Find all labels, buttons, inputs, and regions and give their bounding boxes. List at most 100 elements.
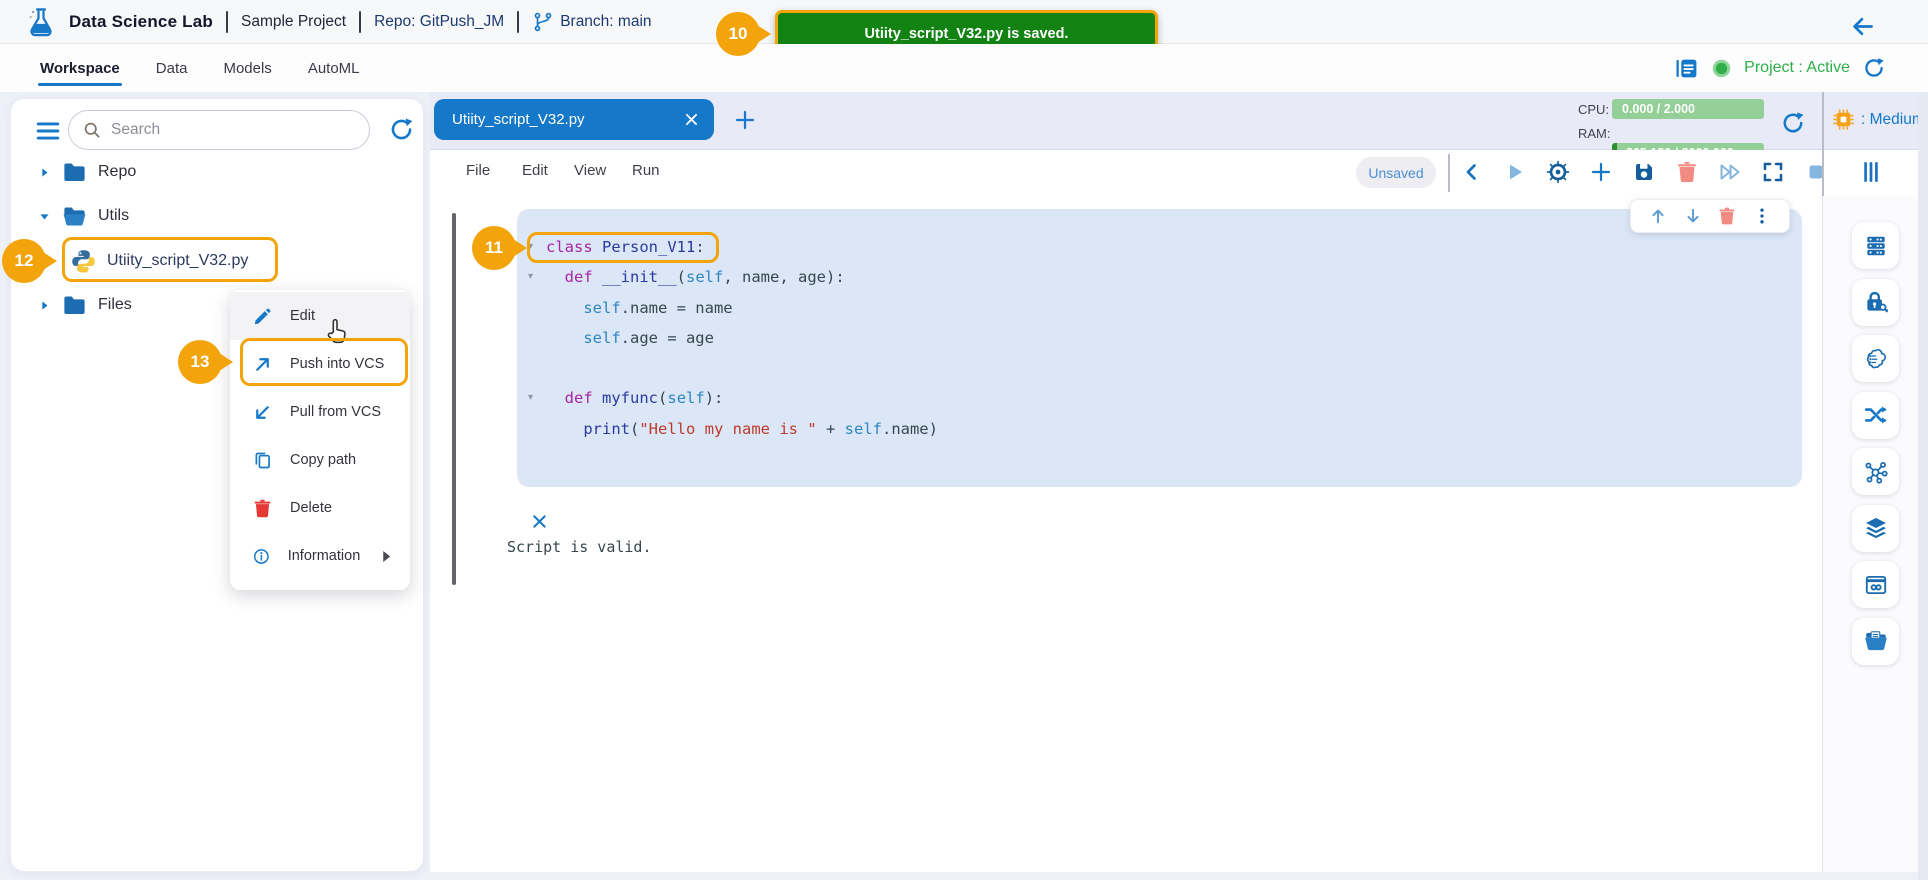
code-line[interactable] — [517, 353, 1802, 383]
window-loop-icon — [1863, 572, 1889, 598]
kebab-icon[interactable] — [1752, 206, 1772, 226]
context-menu: Edit Push into VCS Pull from VCS Copy pa… — [230, 290, 410, 590]
menu-item-push-into-vcs[interactable]: Push into VCS — [230, 340, 410, 388]
code-line[interactable]: ▾ class Person_V11: — [517, 232, 1802, 262]
menu-item-delete[interactable]: Delete — [230, 484, 410, 532]
shuffle-button[interactable] — [1852, 392, 1899, 439]
open-file-tab[interactable]: Utiity_script_V32.py — [434, 99, 714, 140]
back-arrow-icon[interactable] — [1849, 13, 1876, 40]
menu-file[interactable]: File — [466, 162, 490, 179]
close-validation-icon[interactable] — [530, 512, 549, 531]
play-icon[interactable] — [1503, 160, 1527, 184]
nav-tabs: Workspace Data Models AutoML — [40, 44, 360, 92]
data-server-icon — [1863, 233, 1889, 259]
ai-brain-button[interactable] — [1852, 335, 1899, 382]
lock-key-button[interactable] — [1852, 279, 1899, 326]
cell-focus-bar — [452, 213, 456, 585]
menu-item-copy-path[interactable]: Copy path — [230, 436, 410, 484]
menu-edit[interactable]: Edit — [522, 162, 548, 179]
refresh-icon[interactable] — [388, 116, 415, 143]
columns-panel-icon[interactable] — [1858, 159, 1884, 185]
menu-view[interactable]: View — [574, 162, 606, 179]
tab-workspace[interactable]: Workspace — [40, 60, 120, 77]
hand-cursor-icon — [322, 316, 352, 348]
menu-item-label: Push into VCS — [290, 356, 384, 372]
layers-button[interactable] — [1852, 505, 1899, 552]
fullscreen-icon[interactable] — [1761, 160, 1785, 184]
project-status: Project : Active — [1744, 59, 1850, 77]
folder-files-icon — [1863, 628, 1889, 654]
new-tab-plus-icon[interactable] — [733, 108, 757, 132]
code-text: def __init__(self, name, age): — [546, 262, 845, 292]
notes-icon[interactable] — [1674, 56, 1699, 81]
menu-icon[interactable] — [34, 118, 62, 144]
code-text: class Person_V11: — [546, 232, 705, 262]
caret-right-icon[interactable] — [38, 299, 51, 312]
info-icon — [252, 546, 271, 567]
search-input[interactable] — [68, 110, 370, 150]
divider — [1822, 92, 1824, 196]
refresh-icon[interactable] — [1862, 56, 1886, 80]
code-text: def myfunc(self): — [546, 383, 723, 413]
code-line[interactable]: ▾ def myfunc(self): — [517, 383, 1802, 413]
code-line[interactable]: self.name = name — [517, 293, 1802, 323]
tree-item-python-file[interactable]: Utiity_script_V32.py — [30, 239, 400, 283]
network-nodes-button[interactable] — [1852, 448, 1899, 495]
code-text: self.age = age — [546, 323, 714, 353]
divider — [359, 11, 361, 33]
tree-item-utils[interactable]: Utils — [30, 194, 400, 238]
folder-files-button[interactable] — [1852, 618, 1899, 665]
code-line[interactable]: print("Hello my name is " + self.name) — [517, 414, 1802, 444]
menu-item-edit[interactable]: Edit — [230, 292, 410, 340]
rail-edge — [1918, 92, 1928, 880]
menu-item-information[interactable]: Information — [230, 532, 410, 580]
target-icon[interactable] — [1546, 160, 1570, 184]
code-cell[interactable]: ▾class Person_V11:▾ def __init__(self, n… — [517, 209, 1802, 487]
tab-data[interactable]: Data — [156, 60, 188, 77]
arrow-down-icon[interactable] — [1683, 206, 1703, 226]
status-cluster: Project : Active — [1674, 44, 1886, 92]
window-loop-button[interactable] — [1852, 561, 1899, 608]
annotation-badge-12: 12 — [2, 239, 46, 283]
code-line[interactable]: ▾ def __init__(self, name, age): — [517, 262, 1802, 292]
folder-icon — [61, 159, 88, 186]
ram-label: RAM: — [1578, 126, 1611, 141]
compute-tier[interactable]: : Medium — [1832, 108, 1925, 131]
divider — [226, 11, 228, 33]
stop-icon[interactable] — [1804, 160, 1828, 184]
tab-models[interactable]: Models — [223, 60, 271, 77]
chevron-left-icon[interactable] — [1460, 160, 1484, 184]
trash-salmon-icon[interactable] — [1675, 160, 1699, 184]
save-icon[interactable] — [1632, 160, 1656, 184]
fold-marker-icon[interactable]: ▾ — [528, 383, 533, 413]
data-server-button[interactable] — [1852, 222, 1899, 269]
caret-down-icon[interactable] — [38, 210, 51, 223]
fold-marker-icon[interactable]: ▾ — [528, 232, 533, 262]
run-all-icon[interactable] — [1718, 160, 1742, 184]
tree-item-repo[interactable]: Repo — [30, 150, 400, 194]
arrow-up-icon[interactable] — [1648, 206, 1668, 226]
branch-label: Branch: main — [560, 13, 651, 31]
editor-toolbar-icons — [1460, 160, 1828, 184]
tree-item-label: Files — [98, 296, 132, 314]
tab-automl[interactable]: AutoML — [308, 60, 360, 77]
fold-marker-icon[interactable]: ▾ — [528, 262, 533, 292]
menu-item-pull-from-vcs[interactable]: Pull from VCS — [230, 388, 410, 436]
project-name: Sample Project — [241, 13, 346, 31]
refresh-icon[interactable] — [1780, 110, 1806, 136]
menu-item-label: Pull from VCS — [290, 404, 381, 420]
code-line[interactable]: self.age = age — [517, 323, 1802, 353]
save-state-badge: Unsaved — [1356, 157, 1436, 188]
folder-icon — [61, 292, 88, 319]
python-file-icon — [70, 248, 97, 275]
menu-run[interactable]: Run — [632, 162, 660, 179]
code-text: self.name = name — [546, 293, 733, 323]
plus-icon[interactable] — [1589, 160, 1613, 184]
submenu-caret-icon — [377, 546, 396, 567]
trash-salmon-icon[interactable] — [1717, 206, 1737, 226]
layers-icon — [1863, 515, 1889, 541]
lock-key-icon — [1863, 289, 1889, 315]
tab-close-icon[interactable] — [683, 111, 700, 128]
search-icon — [82, 120, 102, 140]
caret-right-icon[interactable] — [38, 166, 51, 179]
